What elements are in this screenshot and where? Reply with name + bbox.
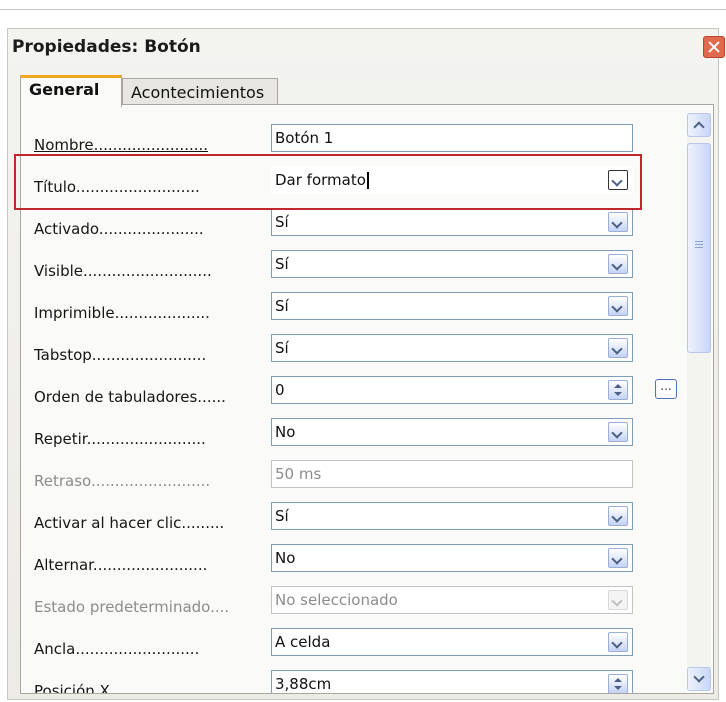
scrollbar-thumb[interactable]: [687, 143, 711, 353]
property-row-imprimible: Imprimible.................... Sí: [21, 290, 701, 332]
field-value: Sí: [275, 507, 289, 525]
chevron-down-icon[interactable]: [608, 422, 628, 442]
property-row-titulo: Título.......................... Dar for…: [21, 164, 701, 206]
chevron-down-icon: [608, 590, 628, 610]
chevron-down-icon[interactable]: [608, 296, 628, 316]
property-row-orden-tabuladores: Orden de tabuladores...... 0 ...: [21, 374, 701, 416]
field-value: 3,88cm: [275, 675, 332, 693]
chevron-down-icon[interactable]: [608, 548, 628, 568]
field-value: Sí: [275, 255, 289, 273]
property-label: Visible...........................: [34, 262, 212, 280]
property-label: Alternar........................: [34, 556, 208, 574]
property-row-posicion-x: Posición X.................... 3,88cm: [21, 668, 701, 694]
retraso-field: 50 ms: [271, 460, 633, 488]
spin-arrows-icon[interactable]: [608, 380, 628, 400]
field-value: 50 ms: [275, 465, 322, 483]
field-value: Sí: [275, 339, 289, 357]
spin-arrows-icon[interactable]: [608, 674, 628, 693]
property-label: Ancla..........................: [34, 640, 200, 658]
visible-select[interactable]: Sí: [271, 250, 633, 278]
property-row-tabstop: Tabstop........................ Sí: [21, 332, 701, 374]
property-row-visible: Visible........................... Sí: [21, 248, 701, 290]
tab-acontecimientos[interactable]: Acontecimientos: [122, 78, 278, 106]
field-value: Dar formato: [275, 171, 369, 189]
property-row-ancla: Ancla.......................... A celda: [21, 626, 701, 668]
grip-icon: [695, 241, 703, 249]
titulo-field[interactable]: Dar formato: [271, 166, 633, 194]
properties-panel: Nombre........................ Botón 1 T…: [20, 104, 714, 694]
chevron-down-icon[interactable]: [608, 338, 628, 358]
activado-select[interactable]: Sí: [271, 208, 633, 236]
field-value: Botón 1: [275, 129, 334, 147]
property-label: Orden de tabuladores......: [34, 388, 226, 406]
scroll-down-icon[interactable]: [687, 667, 711, 691]
top-divider: [0, 9, 726, 10]
dialog-title: Propiedades: Botón: [12, 37, 201, 57]
field-value: Sí: [275, 213, 289, 231]
close-icon[interactable]: [703, 36, 725, 58]
text-caret: [366, 172, 369, 189]
repetir-select[interactable]: No: [271, 418, 633, 446]
tabstop-select[interactable]: Sí: [271, 334, 633, 362]
property-row-nombre: Nombre........................ Botón 1: [21, 122, 701, 164]
orden-tabuladores-stepper[interactable]: 0: [271, 376, 633, 404]
property-label: Activar al hacer clic.........: [34, 514, 225, 532]
field-value-text: Dar formato: [275, 171, 366, 189]
tab-general[interactable]: General: [20, 75, 122, 107]
estado-predeterminado-select: No seleccionado: [271, 586, 633, 614]
property-label: Repetir.........................: [34, 430, 206, 448]
nombre-field[interactable]: Botón 1: [271, 124, 633, 152]
property-label: Posición X....................: [34, 682, 206, 694]
property-label: Nombre........................: [34, 136, 209, 154]
activar-clic-select[interactable]: Sí: [271, 502, 633, 530]
field-value: Sí: [275, 297, 289, 315]
property-label: Imprimible....................: [34, 304, 210, 322]
posicion-x-stepper[interactable]: 3,88cm: [271, 670, 633, 693]
field-value: A celda: [275, 633, 331, 651]
property-label: Estado predeterminado....: [34, 598, 230, 616]
field-value: 0: [275, 381, 285, 399]
chevron-down-icon[interactable]: [608, 632, 628, 652]
ellipsis-button[interactable]: ...: [655, 379, 677, 399]
property-row-activar-clic: Activar al hacer clic......... Sí: [21, 500, 701, 542]
property-row-activado: Activado...................... Sí: [21, 206, 701, 248]
imprimible-select[interactable]: Sí: [271, 292, 633, 320]
alternar-select[interactable]: No: [271, 544, 633, 572]
vertical-scrollbar[interactable]: [687, 113, 711, 691]
property-row-alternar: Alternar........................ No: [21, 542, 701, 584]
field-value: No: [275, 423, 296, 441]
property-label: Activado......................: [34, 220, 204, 238]
property-label: Título..........................: [34, 178, 200, 196]
property-row-retraso: Retraso......................... 50 ms: [21, 458, 701, 500]
chevron-down-icon[interactable]: [608, 212, 628, 232]
scroll-up-icon[interactable]: [687, 113, 711, 137]
field-value: No seleccionado: [275, 591, 398, 609]
property-row-repetir: Repetir......................... No: [21, 416, 701, 458]
property-label: Tabstop........................: [34, 346, 207, 364]
ancla-select[interactable]: A celda: [271, 628, 633, 656]
chevron-down-icon[interactable]: [608, 170, 628, 190]
chevron-down-icon[interactable]: [608, 506, 628, 526]
field-value: No: [275, 549, 296, 567]
chevron-down-icon[interactable]: [608, 254, 628, 274]
property-row-estado-predeterminado: Estado predeterminado.... No seleccionad…: [21, 584, 701, 626]
property-label: Retraso.........................: [34, 472, 211, 490]
